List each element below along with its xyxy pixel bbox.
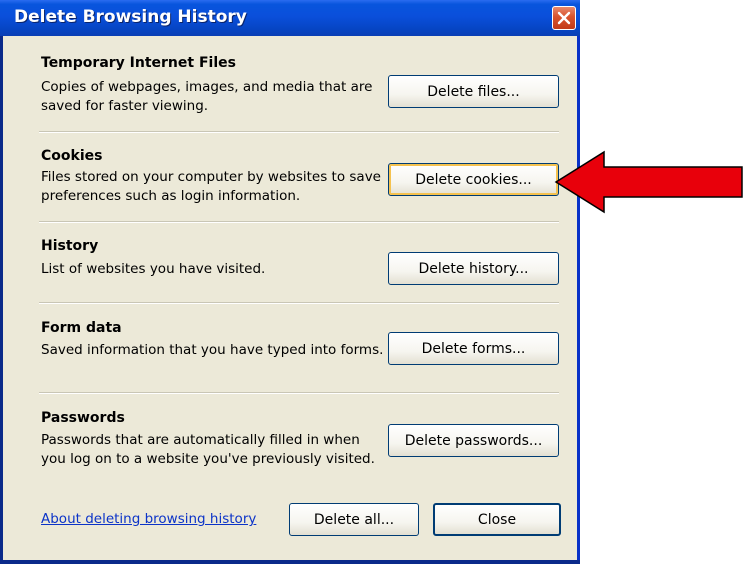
section-desc-cookies: Files stored on your computer by website… <box>41 169 381 204</box>
section-title-history: History <box>41 238 99 254</box>
divider <box>39 131 559 133</box>
delete-passwords-button[interactable]: Delete passwords... <box>388 424 559 457</box>
section-title-form-data: Form data <box>41 320 122 336</box>
delete-forms-button[interactable]: Delete forms... <box>388 332 559 365</box>
close-icon[interactable] <box>552 6 576 30</box>
section-title-cookies: Cookies <box>41 148 103 164</box>
divider <box>39 221 559 223</box>
red-arrow-icon <box>554 150 743 214</box>
section-desc-history: List of websites you have visited. <box>41 261 266 277</box>
delete-browsing-history-dialog: Delete Browsing History Temporary Intern… <box>0 0 580 564</box>
section-desc-form-data: Saved information that you have typed in… <box>41 342 384 358</box>
delete-history-button[interactable]: Delete history... <box>388 252 559 285</box>
about-deleting-history-link[interactable]: About deleting browsing history <box>41 511 256 527</box>
close-button[interactable]: Close <box>433 503 561 536</box>
title-bar[interactable]: Delete Browsing History <box>0 0 580 36</box>
delete-all-button[interactable]: Delete all... <box>289 503 419 536</box>
window-title: Delete Browsing History <box>14 7 247 27</box>
section-title-passwords: Passwords <box>41 410 125 426</box>
divider <box>39 392 559 394</box>
delete-cookies-button[interactable]: Delete cookies... <box>388 163 559 196</box>
delete-files-button[interactable]: Delete files... <box>388 75 559 108</box>
section-desc-temp-files: Copies of webpages, images, and media th… <box>41 79 373 114</box>
section-title-temp-files: Temporary Internet Files <box>41 55 236 71</box>
close-x-glyph <box>557 11 571 25</box>
section-desc-passwords: Passwords that are automatically filled … <box>41 432 375 467</box>
divider <box>39 302 559 304</box>
